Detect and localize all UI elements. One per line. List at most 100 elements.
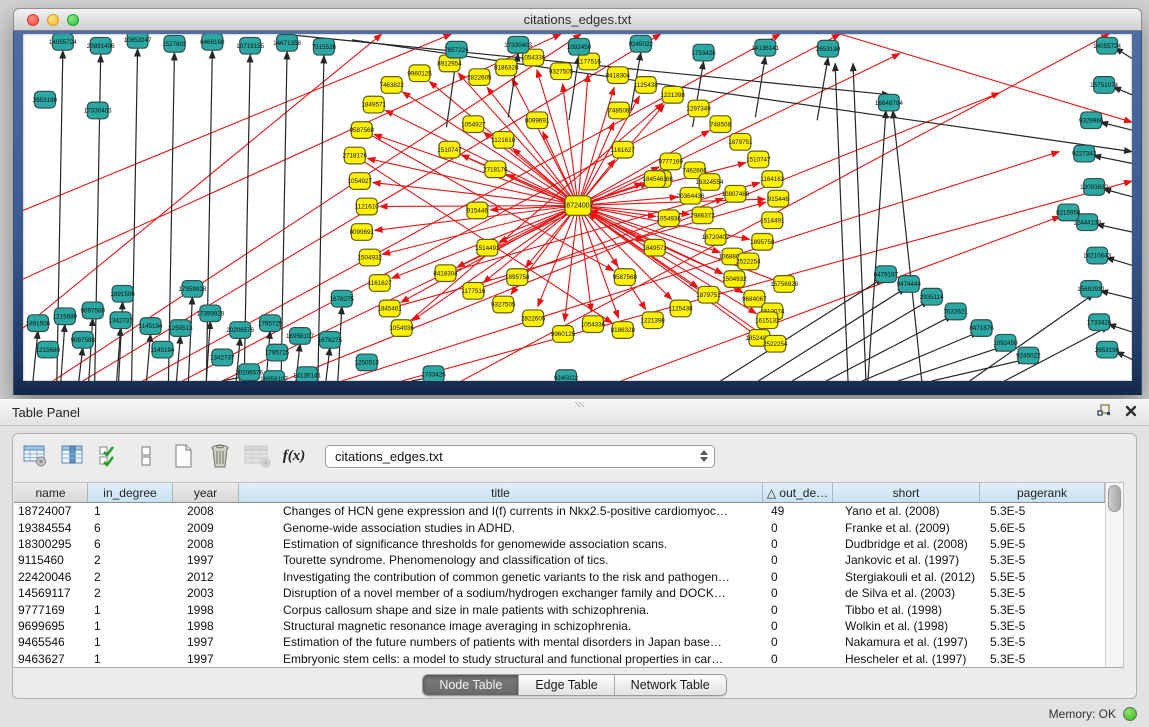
network-node[interactable]: 7463822 [379, 77, 404, 94]
network-node[interactable]: 9097588 [81, 302, 106, 319]
network-node[interactable]: 9777169 [658, 153, 683, 170]
network-node[interactable]: 14136141 [293, 367, 321, 381]
network-edge[interactable] [579, 213, 591, 311]
network-node[interactable]: 1514491 [475, 239, 500, 256]
network-canvas[interactable]: 18724007 1849571 9587568 2718176 1054927 1121… [23, 34, 1132, 381]
network-edge[interactable] [970, 294, 1095, 381]
network-edge[interactable] [1100, 122, 1132, 130]
network-node[interactable]: 1215689 [36, 341, 61, 358]
network-node[interactable]: 1504932 [358, 249, 383, 266]
network-node[interactable]: 1221398 [641, 312, 666, 329]
network-node[interactable]: 6479197 [874, 266, 899, 283]
panel-resize-handle[interactable] [575, 402, 584, 407]
table-selector-dropdown[interactable]: citations_edges.txt [325, 445, 715, 468]
network-node[interactable]: 915446 [467, 202, 488, 219]
network-node[interactable]: 17330403 [504, 36, 532, 53]
network-edge[interactable] [282, 93, 999, 381]
network-node[interactable]: 9327505 [491, 296, 516, 313]
column-header-in_degree[interactable]: in_degree [88, 483, 173, 502]
network-node[interactable]: 1161627 [368, 275, 392, 292]
delete-trash-icon[interactable] [206, 442, 234, 470]
network-edge[interactable] [326, 348, 330, 381]
network-node[interactable]: 7986372 [690, 207, 715, 224]
network-edge[interactable] [57, 51, 63, 381]
column-header-pagerank[interactable]: pagerank [980, 483, 1105, 502]
network-node[interactable]: 1514491 [760, 212, 785, 229]
create-column-icon[interactable] [169, 442, 197, 470]
network-node[interactable]: 8418304 [606, 67, 631, 84]
network-node[interactable]: 18724007 [563, 196, 594, 216]
table-row[interactable]: 969969511998Structural magnetic resonanc… [14, 618, 1105, 634]
network-edge[interactable] [188, 297, 192, 381]
network-node[interactable]: 2653190 [1095, 341, 1120, 358]
close-panel-icon[interactable] [1125, 404, 1137, 422]
network-node[interactable]: 15756928 [770, 276, 798, 293]
network-node[interactable]: 20891406 [87, 37, 115, 54]
network-node[interactable]: 1297349 [686, 100, 711, 117]
network-node[interactable]: 1145194 [139, 318, 163, 335]
network-edge[interactable] [33, 331, 38, 381]
network-node[interactable]: 15692931 [1077, 281, 1105, 298]
network-node[interactable]: 915446 [768, 190, 789, 207]
network-node[interactable]: 1054927 [348, 173, 373, 190]
network-node[interactable]: 10719155 [236, 37, 264, 54]
table-scrollbar[interactable] [1105, 483, 1123, 667]
network-node[interactable]: 17330403 [84, 102, 112, 119]
select-columns-icon[interactable] [95, 442, 123, 470]
function-builder-icon[interactable]: f(x) [280, 442, 308, 470]
network-node[interactable]: 1895758 [750, 233, 775, 250]
table-mode-icon[interactable] [21, 442, 49, 470]
network-node[interactable]: 1527602 [162, 35, 187, 52]
network-node[interactable]: 17359928 [178, 281, 206, 298]
column-header-title[interactable]: title [239, 483, 763, 502]
network-node[interactable]: 7515526 [312, 38, 337, 55]
network-node[interactable]: 1342737 [210, 349, 235, 366]
network-node[interactable]: 1250513 [168, 320, 193, 337]
network-edge[interactable] [1108, 324, 1132, 332]
network-node[interactable]: 1849571 [362, 96, 387, 113]
network-edge[interactable] [898, 347, 1003, 381]
network-node[interactable]: 14136141 [751, 39, 779, 56]
network-node[interactable]: 9587568 [350, 122, 375, 139]
window-titlebar[interactable]: citations_edges.txt [13, 8, 1142, 31]
network-edge[interactable] [79, 348, 83, 381]
network-node[interactable]: 1250513 [355, 354, 380, 371]
network-node[interactable]: 1121610 [491, 132, 515, 149]
network-node[interactable]: 7632621 [943, 303, 968, 320]
network-node[interactable]: 8099691 [350, 224, 375, 241]
network-node[interactable]: 9245022 [554, 370, 579, 381]
network-node[interactable]: 1845461 [377, 300, 402, 317]
network-node[interactable]: 16210643 [1083, 247, 1111, 264]
column-header-name[interactable]: name [14, 483, 88, 502]
network-node[interactable]: 1177516 [461, 282, 485, 299]
network-node[interactable]: 1125438 [669, 300, 693, 317]
network-node[interactable]: 8186328 [611, 322, 636, 339]
network-edge[interactable] [826, 315, 953, 381]
network-node[interactable]: 2718176 [483, 161, 508, 178]
network-node[interactable]: 14671358 [273, 34, 301, 51]
network-node[interactable]: 8471876 [969, 320, 994, 337]
network-node[interactable]: 8215958 [1056, 204, 1081, 221]
network-node[interactable]: 9227343 [1072, 145, 1097, 162]
network-edge[interactable] [408, 103, 663, 323]
network-node[interactable]: 1795725 [265, 344, 290, 361]
network-node[interactable]: 9474444 [897, 276, 922, 293]
network-node[interactable]: 16958107 [260, 371, 288, 381]
network-node[interactable]: 748508 [608, 102, 629, 119]
table-row[interactable]: 946362711997Embryonic stem cells: a mode… [14, 651, 1105, 667]
network-node[interactable]: 9097588 [71, 331, 96, 348]
network-edge[interactable] [374, 134, 571, 203]
table-row[interactable]: 977716911998Corpus callosum shape and si… [14, 601, 1105, 617]
network-node[interactable]: 1879751 [696, 286, 721, 303]
network-node[interactable]: 1733426 [1087, 314, 1112, 331]
row-options-icon[interactable] [132, 442, 160, 470]
tab-edge-table[interactable]: Edge Table [519, 675, 614, 695]
network-edge[interactable] [182, 34, 840, 381]
network-node[interactable]: 1678275 [330, 290, 355, 307]
network-node[interactable]: 2653190 [33, 91, 58, 108]
network-edge[interactable] [281, 52, 287, 381]
tab-network-table[interactable]: Network Table [615, 675, 726, 695]
network-node[interactable]: 1161627 [611, 141, 635, 158]
network-edge[interactable] [89, 318, 93, 381]
network-node[interactable]: 7857224 [444, 41, 469, 58]
